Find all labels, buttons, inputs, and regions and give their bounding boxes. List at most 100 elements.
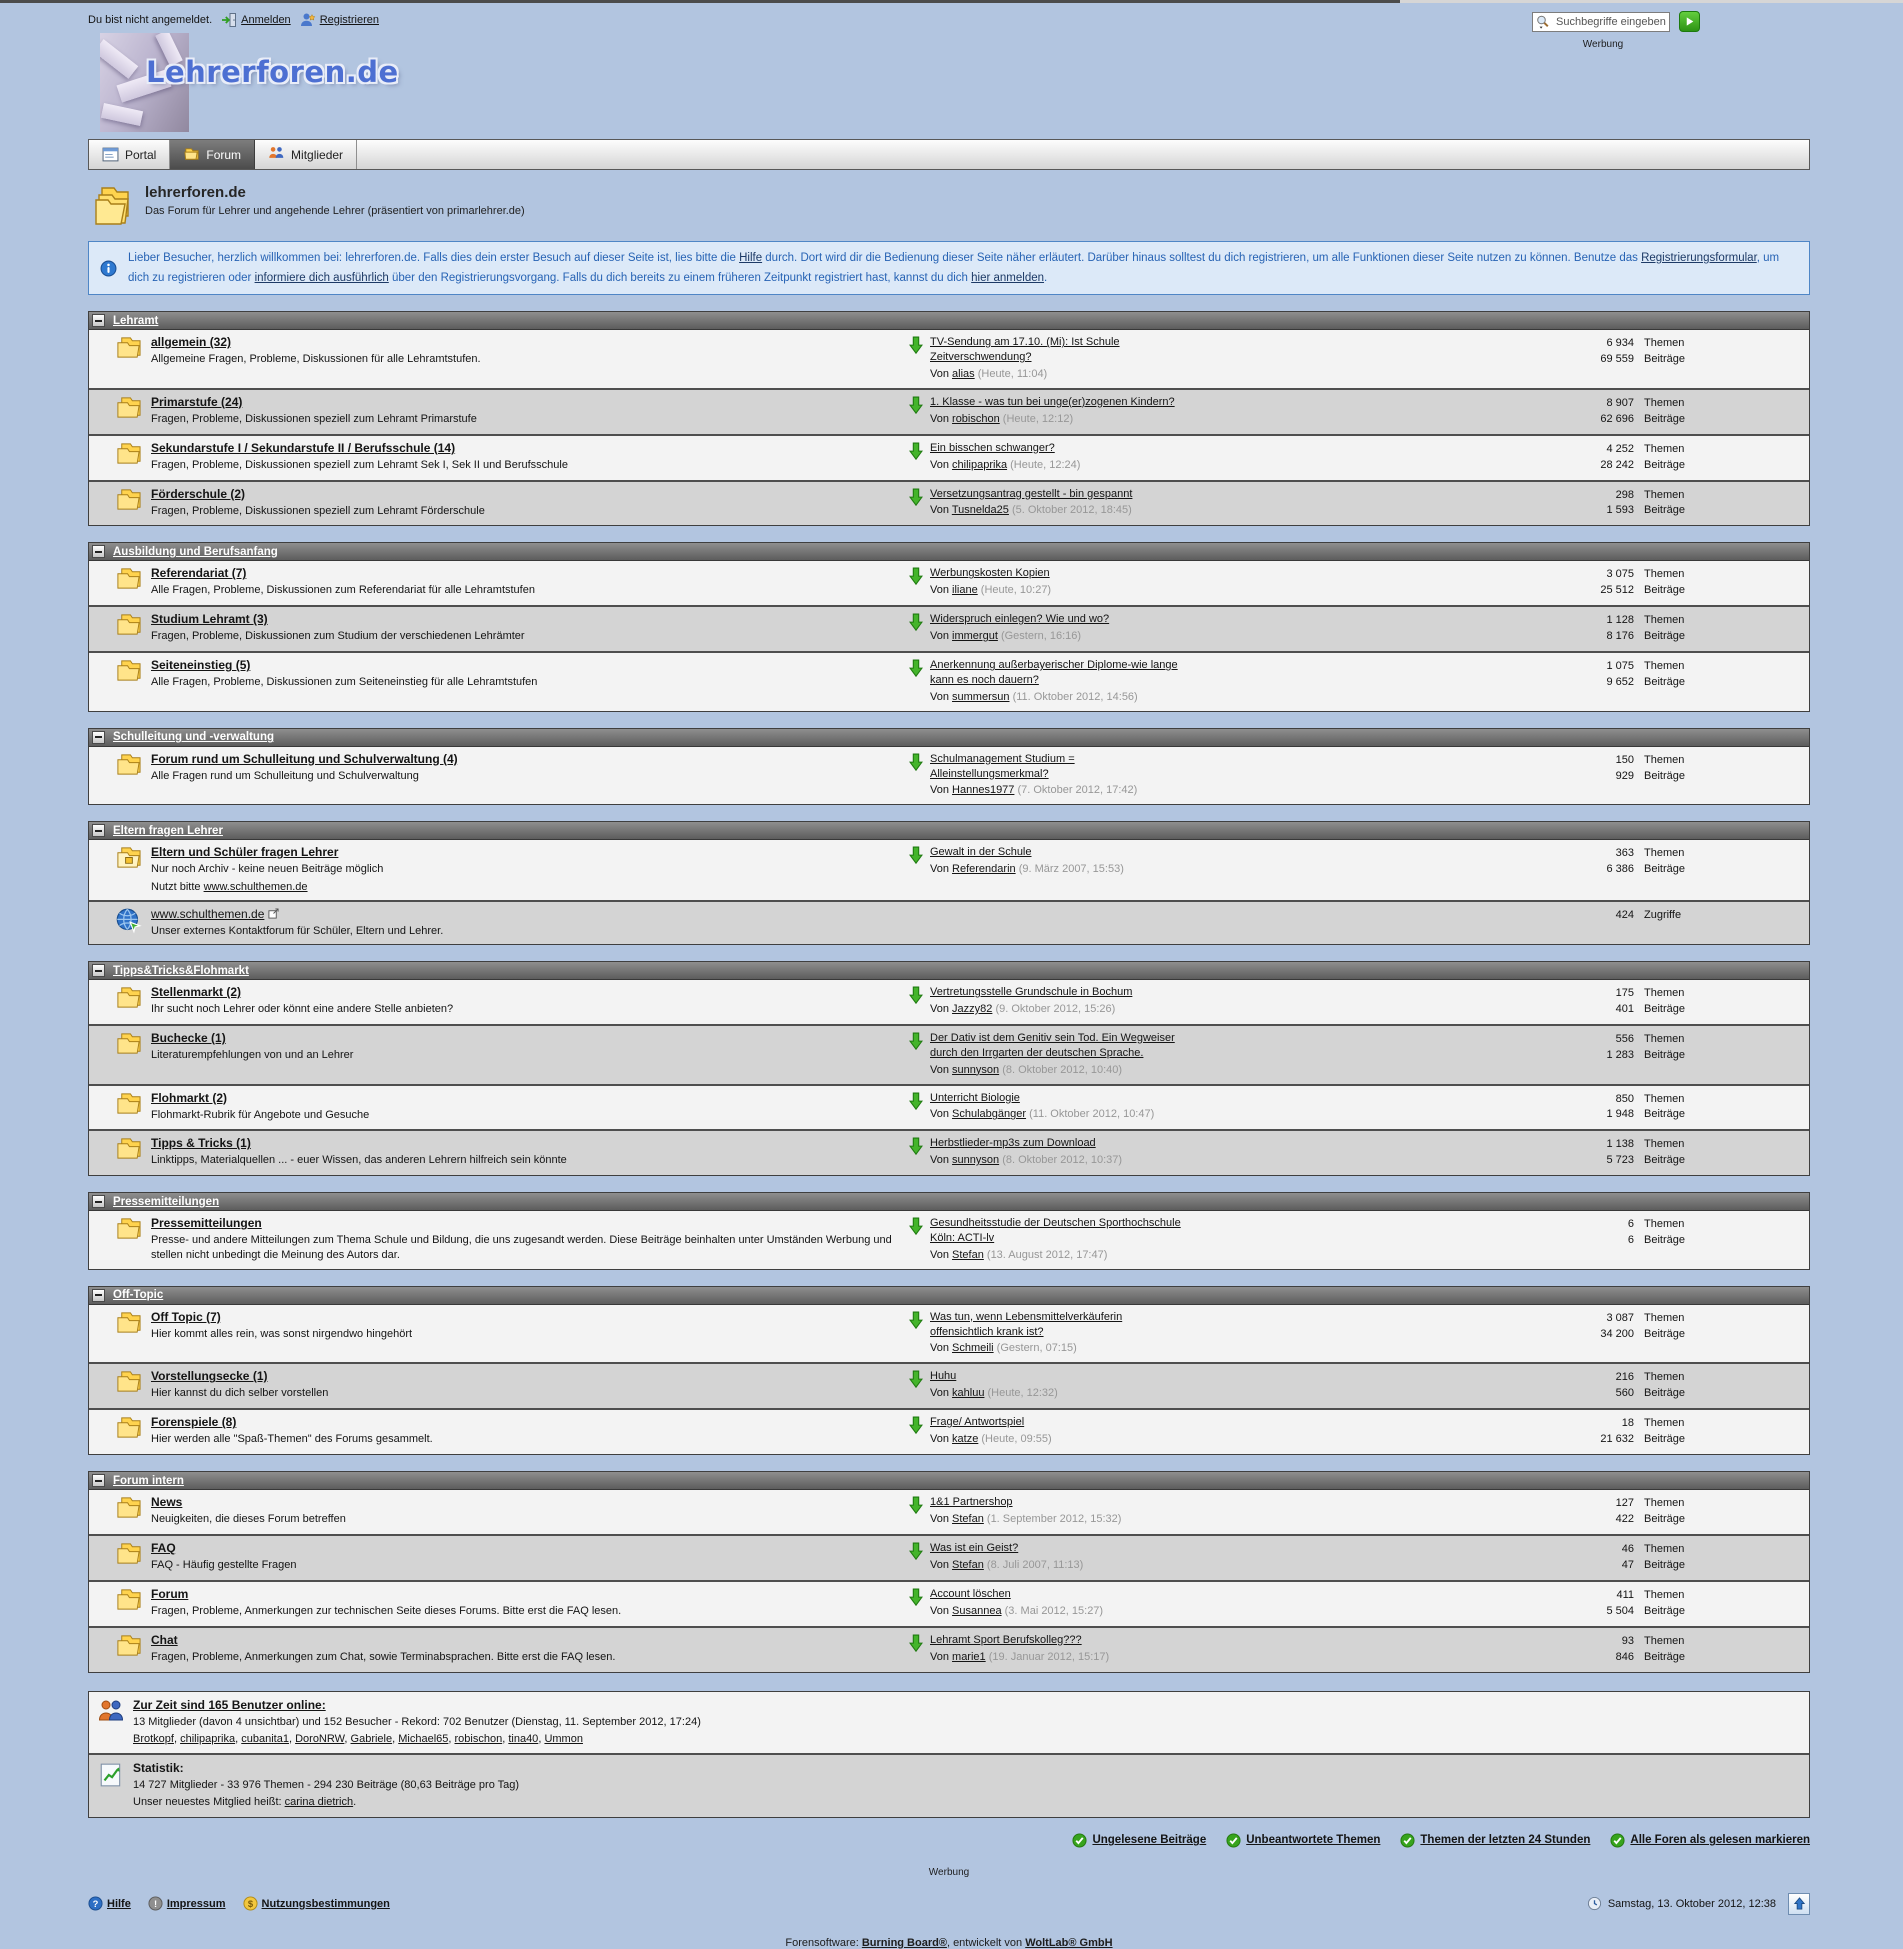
lastpost-title-link[interactable]: Frage/ Antwortspiel [930,1416,1024,1428]
lastpost-title-link[interactable]: Schulmanagement Studium = Alleinstellung… [930,753,1075,780]
help-footer-link[interactable]: ?Hilfe [88,1896,131,1911]
scroll-to-top-button[interactable] [1788,1893,1810,1915]
online-user-link[interactable]: DoroNRW [295,1733,344,1745]
forum-link[interactable]: Seiteneinstieg (5) [151,658,250,672]
lastpost-title-link[interactable]: Gesundheitsstudie der Deutschen Sporthoc… [930,1217,1181,1244]
forum-link[interactable]: Vorstellungsecke (1) [151,1369,267,1383]
lastpost-author-link[interactable]: Tusnelda25 [952,504,1009,516]
collapse-button[interactable] [92,1474,105,1487]
lastpost-author-link[interactable]: sunnyson [952,1064,999,1076]
goto-lastpost-icon[interactable] [909,1542,923,1559]
goto-lastpost-icon[interactable] [909,488,923,505]
impressum-link[interactable]: !Impressum [148,1896,226,1911]
lastpost-author-link[interactable]: katze [952,1433,978,1445]
last-24h-threads-link[interactable]: Themen der letzten 24 Stunden [1400,1833,1590,1848]
lastpost-author-link[interactable]: Referendarin [952,863,1016,875]
category-title-link[interactable]: Forum intern [113,1475,184,1487]
lastpost-author-link[interactable]: Schulabgänger [952,1108,1026,1120]
login-link[interactable]: Anmelden [221,12,291,28]
lastpost-title-link[interactable]: Vertretungsstelle Grundschule in Bochum [930,986,1132,998]
goto-lastpost-icon[interactable] [909,1137,923,1154]
lastpost-author-link[interactable]: Schmeili [952,1342,994,1354]
search-input[interactable] [1532,12,1670,32]
goto-lastpost-icon[interactable] [909,659,923,676]
forum-link[interactable]: Referendariat (7) [151,566,246,580]
goto-lastpost-icon[interactable] [909,336,923,353]
collapse-button[interactable] [92,314,105,327]
forum-link[interactable]: Förderschule (2) [151,487,245,501]
goto-lastpost-icon[interactable] [909,1032,923,1049]
goto-lastpost-icon[interactable] [909,1588,923,1605]
category-title-link[interactable]: Off-Topic [113,1289,163,1301]
online-users-title[interactable]: Zur Zeit sind 165 Benutzer online: [133,1698,326,1712]
goto-lastpost-icon[interactable] [909,1092,923,1109]
forum-link[interactable]: Forum rund um Schulleitung und Schulverw… [151,752,458,766]
forum-link[interactable]: Off Topic (7) [151,1310,221,1324]
lastpost-author-link[interactable]: Stefan [952,1513,984,1525]
unanswered-threads-link[interactable]: Unbeantwortete Themen [1226,1833,1380,1848]
lastpost-title-link[interactable]: Widerspruch einlegen? Wie und wo? [930,613,1109,625]
lastpost-title-link[interactable]: Herbstlieder-mp3s zum Download [930,1137,1096,1149]
goto-lastpost-icon[interactable] [909,567,923,584]
lastpost-author-link[interactable]: marie1 [952,1651,986,1663]
lastpost-title-link[interactable]: Werbungskosten Kopien [930,567,1050,579]
forum-link[interactable]: Flohmarkt (2) [151,1091,227,1105]
goto-lastpost-icon[interactable] [909,1496,923,1513]
schulthemen-link[interactable]: www.schulthemen.de [204,881,308,893]
register-link[interactable]: Registrieren [300,12,379,28]
lastpost-author-link[interactable]: Susannea [952,1605,1002,1617]
forum-link[interactable]: Pressemitteilungen [151,1216,262,1230]
goto-lastpost-icon[interactable] [909,613,923,630]
lastpost-author-link[interactable]: Stefan [952,1559,984,1571]
forum-link[interactable]: News [151,1495,182,1509]
online-user-link[interactable]: Ummon [544,1733,583,1745]
online-user-link[interactable]: chilipaprika [180,1733,235,1745]
newest-member-link[interactable]: carina dietrich [285,1796,353,1808]
forum-link[interactable]: Studium Lehramt (3) [151,612,268,626]
lastpost-title-link[interactable]: 1. Klasse - was tun bei unge(er)zogenen … [930,396,1175,408]
lastpost-title-link[interactable]: Unterricht Biologie [930,1092,1020,1104]
forum-link[interactable]: Primarstufe (24) [151,395,242,409]
tab-portal[interactable]: Portal [89,140,170,169]
forum-link[interactable]: allgemein (32) [151,335,231,349]
collapse-button[interactable] [92,545,105,558]
woltlab-link[interactable]: WoltLab® GmbH [1025,1937,1112,1949]
category-title-link[interactable]: Eltern fragen Lehrer [113,825,223,837]
forum-link[interactable]: Forenspiele (8) [151,1415,236,1429]
lastpost-author-link[interactable]: sunnyson [952,1154,999,1166]
registration-info-link[interactable]: informiere dich ausführlich [255,272,389,284]
forum-link[interactable]: Chat [151,1633,178,1647]
collapse-button[interactable] [92,731,105,744]
lastpost-author-link[interactable]: alias [952,368,975,380]
goto-lastpost-icon[interactable] [909,846,923,863]
tab-forum[interactable]: Forum [170,140,255,169]
online-user-link[interactable]: Gabriele [351,1733,393,1745]
collapse-button[interactable] [92,824,105,837]
lastpost-title-link[interactable]: Was tun, wenn Lebensmittelverkäuferin of… [930,1311,1122,1338]
login-here-link[interactable]: hier anmelden [971,272,1044,284]
search-submit-button[interactable] [1679,11,1700,32]
unread-posts-link[interactable]: Ungelesene Beiträge [1072,1833,1206,1848]
site-logo[interactable]: Lehrerforen.de [146,55,399,89]
registration-form-link[interactable]: Registrierungsformular [1641,252,1757,264]
lastpost-title-link[interactable]: Anerkennung außerbayerischer Diplome-wie… [930,659,1178,686]
category-title-link[interactable]: Lehramt [113,315,158,327]
category-title-link[interactable]: Pressemitteilungen [113,1196,219,1208]
goto-lastpost-icon[interactable] [909,1416,923,1433]
lastpost-author-link[interactable]: iliane [952,584,978,596]
lastpost-author-link[interactable]: robischon [952,413,1000,425]
forum-link[interactable]: Eltern und Schüler fragen Lehrer [151,845,338,859]
lastpost-author-link[interactable]: Jazzy82 [952,1003,992,1015]
external-forum-link[interactable]: www.schulthemen.de [151,907,264,921]
lastpost-author-link[interactable]: immergut [952,630,998,642]
tab-mitglieder[interactable]: Mitglieder [255,140,357,169]
category-title-link[interactable]: Tipps&Tricks&Flohmarkt [113,965,249,977]
lastpost-title-link[interactable]: Versetzungsantrag gestellt - bin gespann… [930,488,1132,500]
forum-link[interactable]: FAQ [151,1541,176,1555]
lastpost-title-link[interactable]: Was ist ein Geist? [930,1542,1018,1554]
mark-all-read-link[interactable]: Alle Foren als gelesen markieren [1610,1833,1810,1848]
collapse-button[interactable] [92,1289,105,1302]
lastpost-author-link[interactable]: summersun [952,691,1009,703]
lastpost-title-link[interactable]: Ein bisschen schwanger? [930,442,1055,454]
lastpost-author-link[interactable]: kahluu [952,1387,984,1399]
